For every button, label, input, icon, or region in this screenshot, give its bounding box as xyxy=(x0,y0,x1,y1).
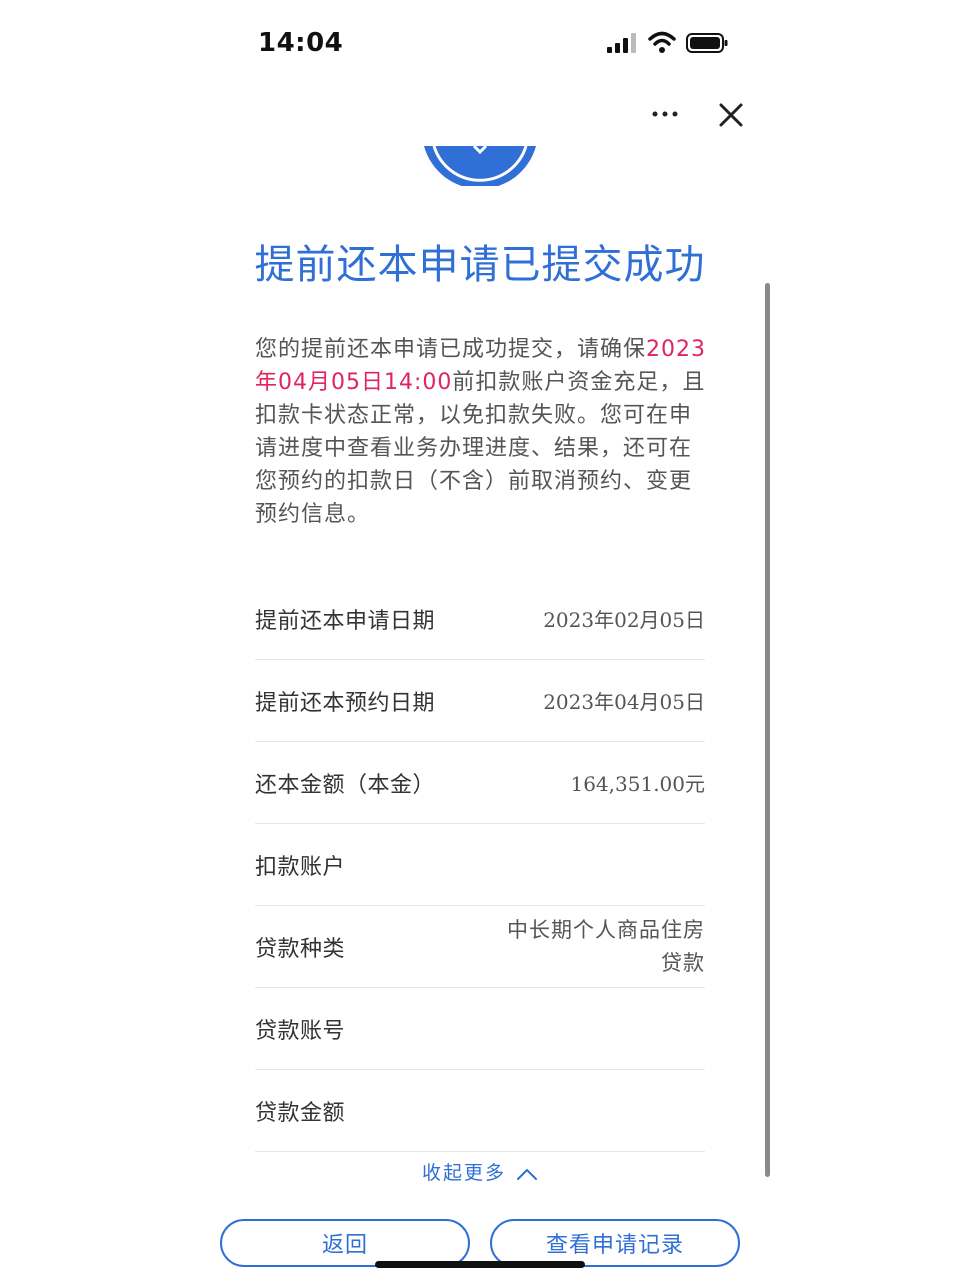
close-icon[interactable] xyxy=(714,98,748,132)
detail-row-loan-account: 贷款账号 xyxy=(255,988,705,1070)
detail-label: 贷款账号 xyxy=(255,1018,346,1044)
view-records-button[interactable]: 查看申请记录 xyxy=(490,1219,740,1267)
detail-row-loan-amount: 贷款金额 xyxy=(255,1070,705,1152)
success-check-icon xyxy=(424,146,536,186)
detail-value: 164,351.00元 xyxy=(570,772,705,796)
detail-list: 提前还本申请日期 2023年02月05日 提前还本预约日期 2023年04月05… xyxy=(255,578,705,1152)
status-bar: 14:04 xyxy=(0,0,960,90)
detail-label: 贷款种类 xyxy=(255,936,346,962)
page-title: 提前还本申请已提交成功 xyxy=(254,242,706,288)
detail-label: 提前还本申请日期 xyxy=(255,608,436,634)
battery-icon xyxy=(686,33,728,53)
home-indicator[interactable] xyxy=(375,1261,585,1268)
success-message: 您的提前还本申请已成功提交，请确保2023年04月05日14:00前扣款账户资金… xyxy=(255,333,707,531)
detail-row-booking-date: 提前还本预约日期 2023年04月05日 xyxy=(255,660,705,742)
signal-icon xyxy=(607,33,636,53)
collapse-more-link[interactable]: 收起更多 xyxy=(0,1158,960,1185)
scrollbar[interactable] xyxy=(765,283,770,1177)
collapse-more-label: 收起更多 xyxy=(421,1162,506,1184)
detail-label: 扣款账户 xyxy=(255,854,346,880)
detail-value: 2023年02月05日 xyxy=(543,608,705,632)
wifi-icon xyxy=(648,31,676,53)
detail-row-loan-type: 贷款种类 中长期个人商品住房贷款 xyxy=(255,906,705,988)
more-icon[interactable] xyxy=(648,100,682,128)
detail-value: 中长期个人商品住房贷款 xyxy=(507,917,705,975)
detail-row-amount: 还本金额（本金） 164,351.00元 xyxy=(255,742,705,824)
detail-label: 提前还本预约日期 xyxy=(255,690,436,716)
chevron-up-icon xyxy=(517,1168,538,1180)
status-time: 14:04 xyxy=(258,28,344,58)
detail-row-debit-account: 扣款账户 xyxy=(255,824,705,906)
detail-label: 还本金额（本金） xyxy=(255,772,436,798)
back-button[interactable]: 返回 xyxy=(220,1219,470,1267)
detail-value: 2023年04月05日 xyxy=(543,690,705,714)
detail-label: 贷款金额 xyxy=(255,1100,346,1126)
message-text-1: 您的提前还本申请已成功提交，请确保 xyxy=(255,337,647,362)
detail-row-apply-date: 提前还本申请日期 2023年02月05日 xyxy=(255,578,705,660)
